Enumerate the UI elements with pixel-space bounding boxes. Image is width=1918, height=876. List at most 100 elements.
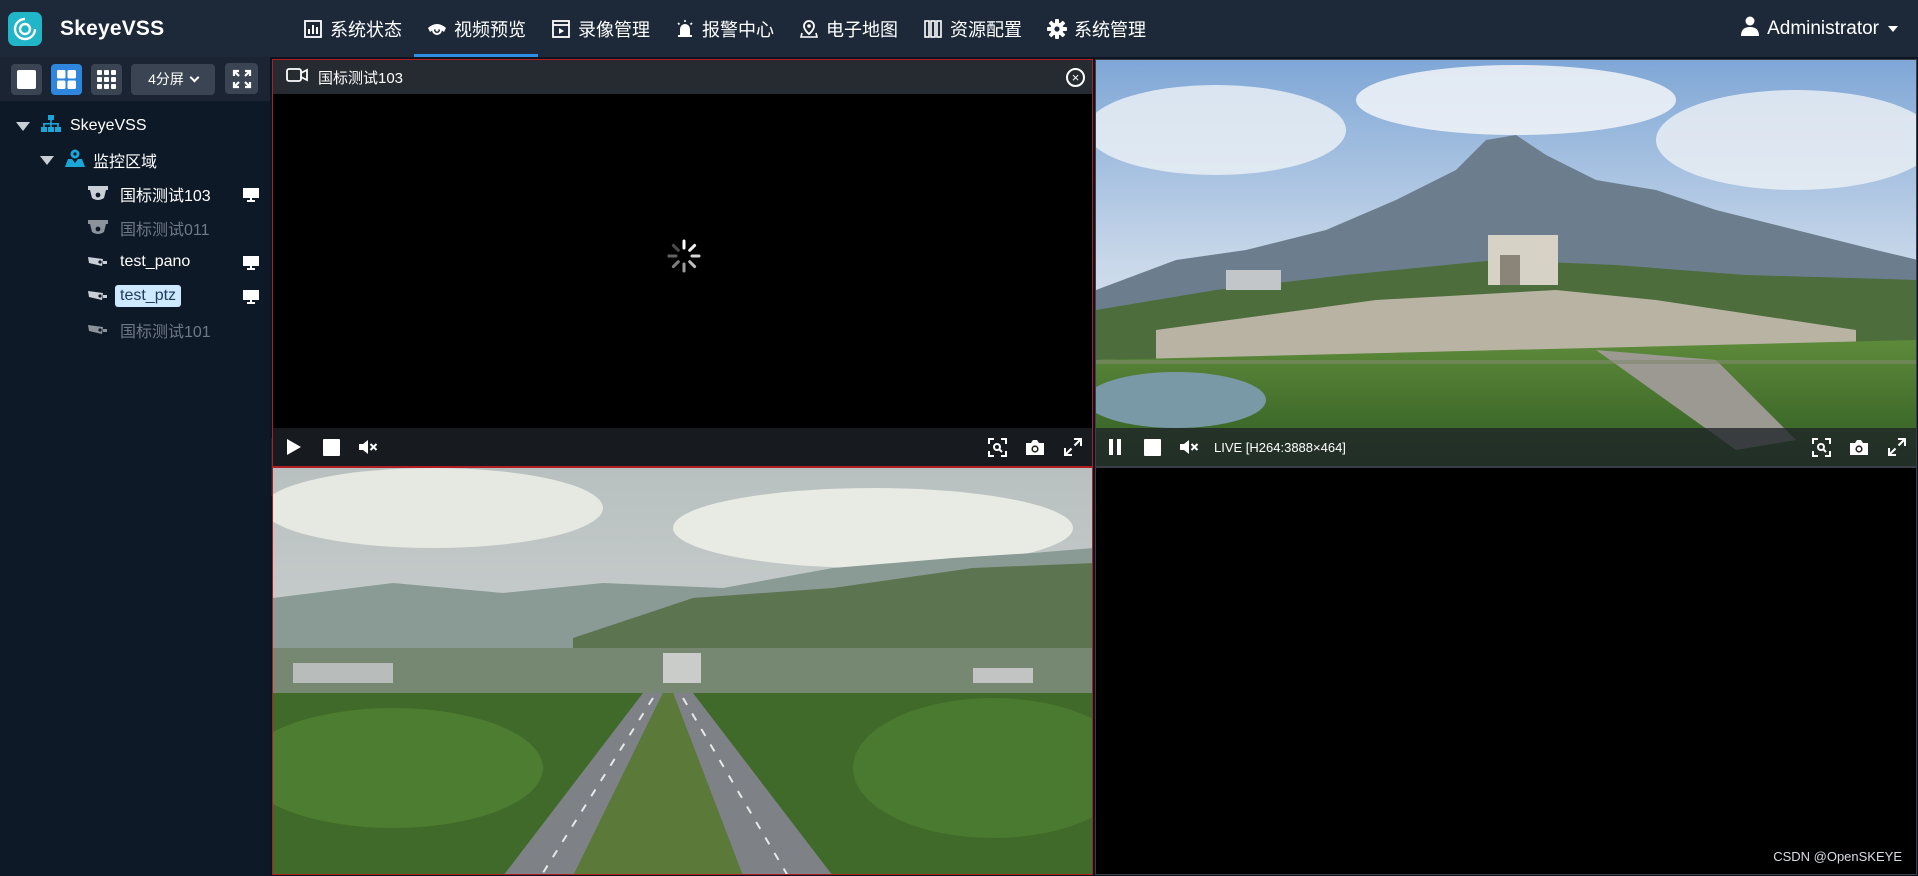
device-label: test_pano xyxy=(120,253,191,270)
pane-control-bar: LIVE [H264:3888×464] xyxy=(1096,428,1916,466)
tree-device-row[interactable]: 国标测试103 xyxy=(0,179,270,209)
pane-title: 国标测试103 xyxy=(318,69,404,87)
single-screen-icon xyxy=(17,69,36,89)
nav-label: 资源配置 xyxy=(950,19,1022,40)
device-label: 国标测试103 xyxy=(120,188,211,205)
play-button[interactable] xyxy=(281,434,307,460)
layout-9-button[interactable] xyxy=(91,63,122,95)
expand-arrow-icon[interactable] xyxy=(16,121,30,131)
app-logo-icon xyxy=(8,11,42,46)
tree-region-label: 监控区域 xyxy=(93,154,158,171)
books-icon xyxy=(922,18,944,40)
monitor-icon[interactable] xyxy=(243,187,259,202)
expand-arrow-icon[interactable] xyxy=(40,155,54,165)
nav-item-system-admin[interactable]: 系统管理 xyxy=(1034,0,1158,57)
nine-screen-icon xyxy=(97,69,116,89)
org-tree-icon xyxy=(41,114,61,138)
pause-button[interactable] xyxy=(1102,434,1128,460)
user-menu[interactable]: Administrator xyxy=(1741,0,1898,57)
expand-icon xyxy=(1064,438,1082,456)
layout-toolbar: 4分屏 xyxy=(0,57,270,101)
nav-item-video-preview[interactable]: 视频预览 xyxy=(414,0,538,57)
camera-snapshot-icon xyxy=(1026,439,1044,455)
zoom-frame-icon xyxy=(1811,437,1831,457)
region-icon xyxy=(65,149,85,172)
pane-fullscreen-button[interactable] xyxy=(1884,434,1910,460)
mute-button[interactable] xyxy=(355,434,381,460)
tree-device-row[interactable]: 国标测试011 xyxy=(0,213,270,243)
close-pane-button[interactable]: × xyxy=(1066,68,1085,87)
tree-node-region[interactable]: 监控区域 xyxy=(0,145,270,175)
sidebar: 4分屏 SkeyeVSS 监控区域 国标测试103 国标测试011 test_p… xyxy=(0,57,270,876)
gear-icon xyxy=(1046,18,1068,40)
caret-down-icon xyxy=(1888,25,1898,32)
pane-title-bar: 国标测试103 × xyxy=(273,60,1092,94)
muted-speaker-icon xyxy=(1180,440,1199,454)
nav-label: 报警中心 xyxy=(702,19,774,40)
brand[interactable]: SkeyeVSS xyxy=(0,0,290,57)
video-pane-1[interactable]: 国标测试103 × xyxy=(272,59,1093,467)
video-feed-image xyxy=(273,468,1092,874)
nav-item-alarm-center[interactable]: 报警中心 xyxy=(662,0,786,57)
video-pane-2[interactable]: LIVE [H264:3888×464] xyxy=(1095,59,1917,467)
nav-item-e-map[interactable]: 电子地图 xyxy=(786,0,910,57)
camera-snapshot-icon xyxy=(1850,439,1868,455)
fullscreen-icon xyxy=(232,69,251,88)
tree-device-row[interactable]: test_pano xyxy=(0,247,270,277)
monitor-icon[interactable] xyxy=(243,255,259,270)
bar-chart-icon xyxy=(302,18,324,40)
video-camera-icon xyxy=(286,67,308,87)
expand-icon xyxy=(1888,438,1906,456)
loading-spinner-icon xyxy=(667,239,701,273)
snapshot-button[interactable] xyxy=(1022,434,1048,460)
watermark: CSDN @OpenSKEYE xyxy=(1773,849,1902,864)
user-icon xyxy=(1741,16,1760,42)
split-screen-value: 4分屏 xyxy=(148,71,184,87)
device-label: 国标测试101 xyxy=(120,324,211,341)
stop-button[interactable] xyxy=(1139,434,1165,460)
tree-device-row[interactable]: 国标测试101 xyxy=(0,315,270,345)
four-screen-icon xyxy=(57,69,76,89)
pause-icon xyxy=(1109,439,1121,455)
device-label-selected: test_ptz xyxy=(115,285,182,307)
nav-item-system-status[interactable]: 系统状态 xyxy=(290,0,414,57)
bullet-camera-icon xyxy=(88,254,108,270)
pane-fullscreen-button[interactable] xyxy=(1060,434,1086,460)
fullscreen-button[interactable] xyxy=(225,63,258,94)
split-screen-select[interactable]: 4分屏 xyxy=(131,63,215,95)
nav-item-resource-config[interactable]: 资源配置 xyxy=(910,0,1034,57)
map-pin-icon xyxy=(798,18,820,40)
dome-camera-icon xyxy=(88,220,108,236)
video-pane-3[interactable] xyxy=(272,467,1093,875)
video-feed-image xyxy=(1096,60,1916,466)
layout-4-button[interactable] xyxy=(51,63,82,95)
tree-device-row[interactable]: test_ptz xyxy=(0,281,270,311)
digital-zoom-button[interactable] xyxy=(984,434,1010,460)
stop-button[interactable] xyxy=(318,434,344,460)
stop-icon xyxy=(1143,438,1161,456)
snapshot-button[interactable] xyxy=(1846,434,1872,460)
muted-speaker-icon xyxy=(359,440,378,454)
device-label: 国标测试011 xyxy=(120,222,210,239)
main-nav: 系统状态 视频预览 录像管理 报警中心 电子地图 资源配置 系统管理 xyxy=(290,0,1158,57)
tree-root-label: SkeyeVSS xyxy=(70,117,147,134)
top-navbar: SkeyeVSS 系统状态 视频预览 录像管理 报警中心 电子地图 资源配置 系… xyxy=(0,0,1918,57)
chevron-down-icon xyxy=(189,72,200,82)
nav-label: 录像管理 xyxy=(578,19,650,40)
bullet-camera-icon xyxy=(88,288,108,304)
tree-node-root[interactable]: SkeyeVSS xyxy=(0,111,270,141)
mute-button[interactable] xyxy=(1176,434,1202,460)
eye-camera-icon xyxy=(426,18,448,40)
layout-1-button[interactable] xyxy=(11,63,42,95)
digital-zoom-button[interactable] xyxy=(1808,434,1834,460)
stream-status: LIVE [H264:3888×464] xyxy=(1214,439,1346,455)
monitor-icon[interactable] xyxy=(243,289,259,304)
bullet-camera-icon xyxy=(88,322,108,338)
app-name: SkeyeVSS xyxy=(60,16,165,40)
nav-label: 电子地图 xyxy=(826,19,898,40)
film-icon xyxy=(550,18,572,40)
nav-item-recording[interactable]: 录像管理 xyxy=(538,0,662,57)
video-pane-4[interactable]: CSDN @OpenSKEYE xyxy=(1095,467,1917,875)
alarm-icon xyxy=(674,18,696,40)
nav-label: 系统状态 xyxy=(330,19,402,40)
